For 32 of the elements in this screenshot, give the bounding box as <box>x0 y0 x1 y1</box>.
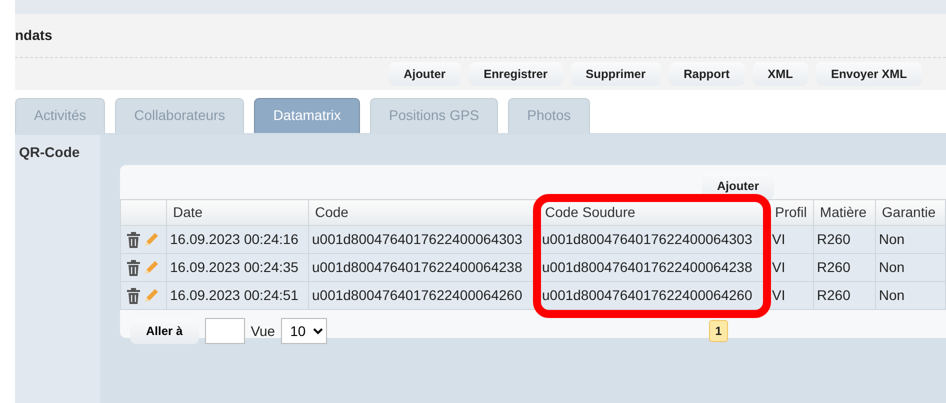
toolbar-button[interactable]: XML <box>752 62 808 86</box>
table-cell: 16.09.2023 00:24:51 <box>166 282 308 310</box>
table-cell: R260 <box>813 282 876 310</box>
page-button[interactable]: 1 <box>709 320 728 342</box>
view-label: Vue <box>250 322 276 340</box>
trash-icon[interactable] <box>127 288 140 304</box>
toolbar-button[interactable]: Ajouter <box>388 62 461 86</box>
table-cell: VI <box>768 254 814 282</box>
column-header: Code <box>308 200 538 226</box>
table-cell: VI <box>768 282 814 310</box>
page-title: ndats <box>15 26 52 45</box>
trash-icon[interactable] <box>127 232 140 248</box>
table-cell: 16.09.2023 00:24:16 <box>166 226 308 254</box>
table-cell: 16.09.2023 00:24:35 <box>166 254 308 282</box>
table-cell: VI <box>768 226 814 254</box>
table-cell: Non <box>875 226 946 254</box>
toolbar-button[interactable]: Envoyer XML <box>816 62 922 86</box>
page-size-select[interactable]: 10 <box>281 318 328 344</box>
table-cell: Non <box>875 254 946 282</box>
page-input[interactable] <box>204 318 245 344</box>
table-cell: R260 <box>813 226 876 254</box>
column-header: Matière <box>813 200 876 226</box>
section-label: QR-Code <box>19 144 80 160</box>
toolbar-button[interactable]: Supprimer <box>570 62 661 86</box>
table-cell: R260 <box>813 254 876 282</box>
toolbar-button[interactable]: Enregistrer <box>468 62 563 86</box>
column-header: Profil <box>768 200 814 226</box>
column-header: Garantie <box>875 200 946 226</box>
toolbar-button[interactable]: Rapport <box>668 62 745 86</box>
table-cell: Non <box>875 282 946 310</box>
trash-icon[interactable] <box>127 260 140 276</box>
column-header: Date <box>166 200 308 226</box>
